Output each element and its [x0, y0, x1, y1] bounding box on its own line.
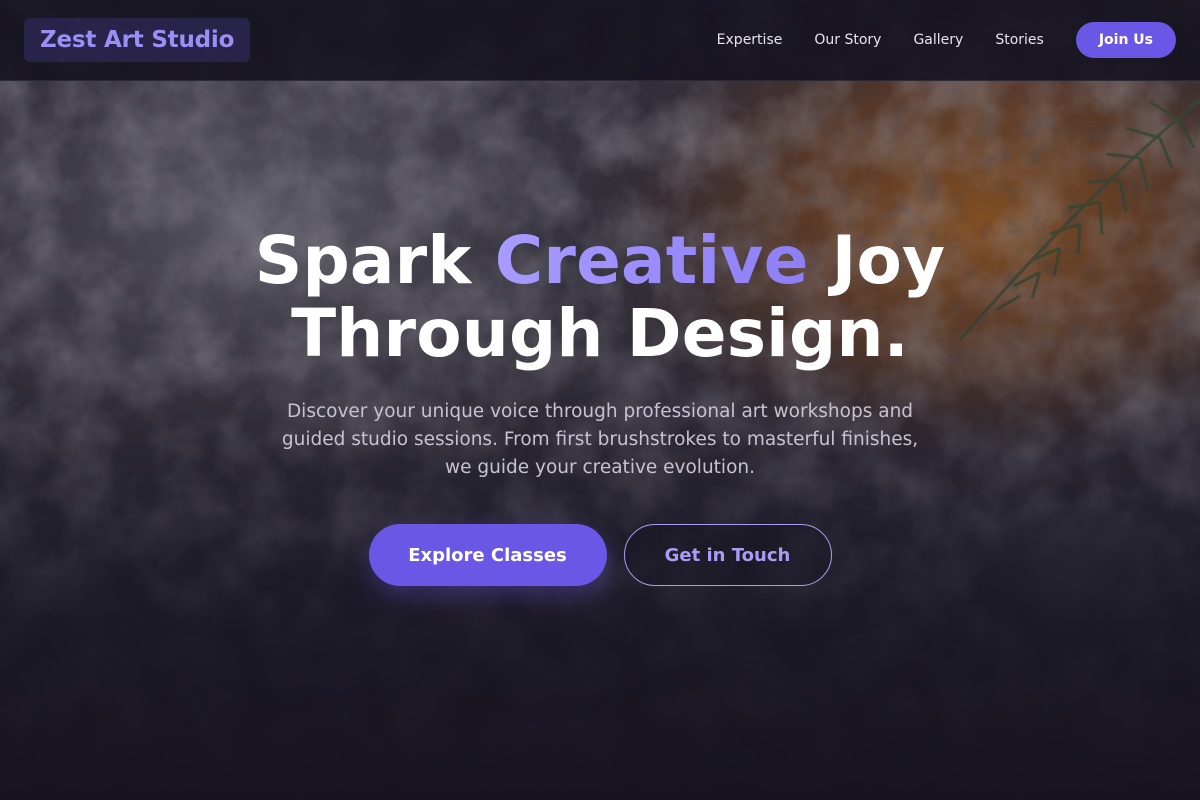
hero-section: Spark Creative Joy Through Design. Disco… — [0, 81, 1200, 586]
hero-headline: Spark Creative Joy Through Design. — [0, 224, 1200, 370]
nav-link-expertise[interactable]: Expertise — [717, 32, 783, 48]
explore-classes-button[interactable]: Explore Classes — [368, 524, 607, 586]
join-us-button[interactable]: Join Us — [1075, 22, 1176, 58]
hero-subtitle: Discover your unique voice through profe… — [281, 401, 919, 478]
hero-cta-group: Explore Classes Get in Touch — [0, 524, 1200, 586]
headline-part2: Joy — [808, 222, 946, 299]
nav-link-our-story[interactable]: Our Story — [814, 32, 881, 48]
landing-page: Zest Art Studio Expertise Our Story Gall… — [0, 0, 1200, 800]
headline-part1: Spark — [254, 222, 495, 299]
headline-accent: Creative — [494, 222, 809, 299]
nav-link-gallery[interactable]: Gallery — [913, 32, 963, 48]
nav-link-stories[interactable]: Stories — [995, 32, 1044, 48]
site-header: Zest Art Studio Expertise Our Story Gall… — [0, 0, 1200, 81]
get-in-touch-button[interactable]: Get in Touch — [623, 524, 832, 586]
brand-logo[interactable]: Zest Art Studio — [24, 18, 251, 62]
headline-line2: Through Design. — [291, 295, 909, 372]
main-nav: Expertise Our Story Gallery Stories Join… — [717, 22, 1176, 58]
